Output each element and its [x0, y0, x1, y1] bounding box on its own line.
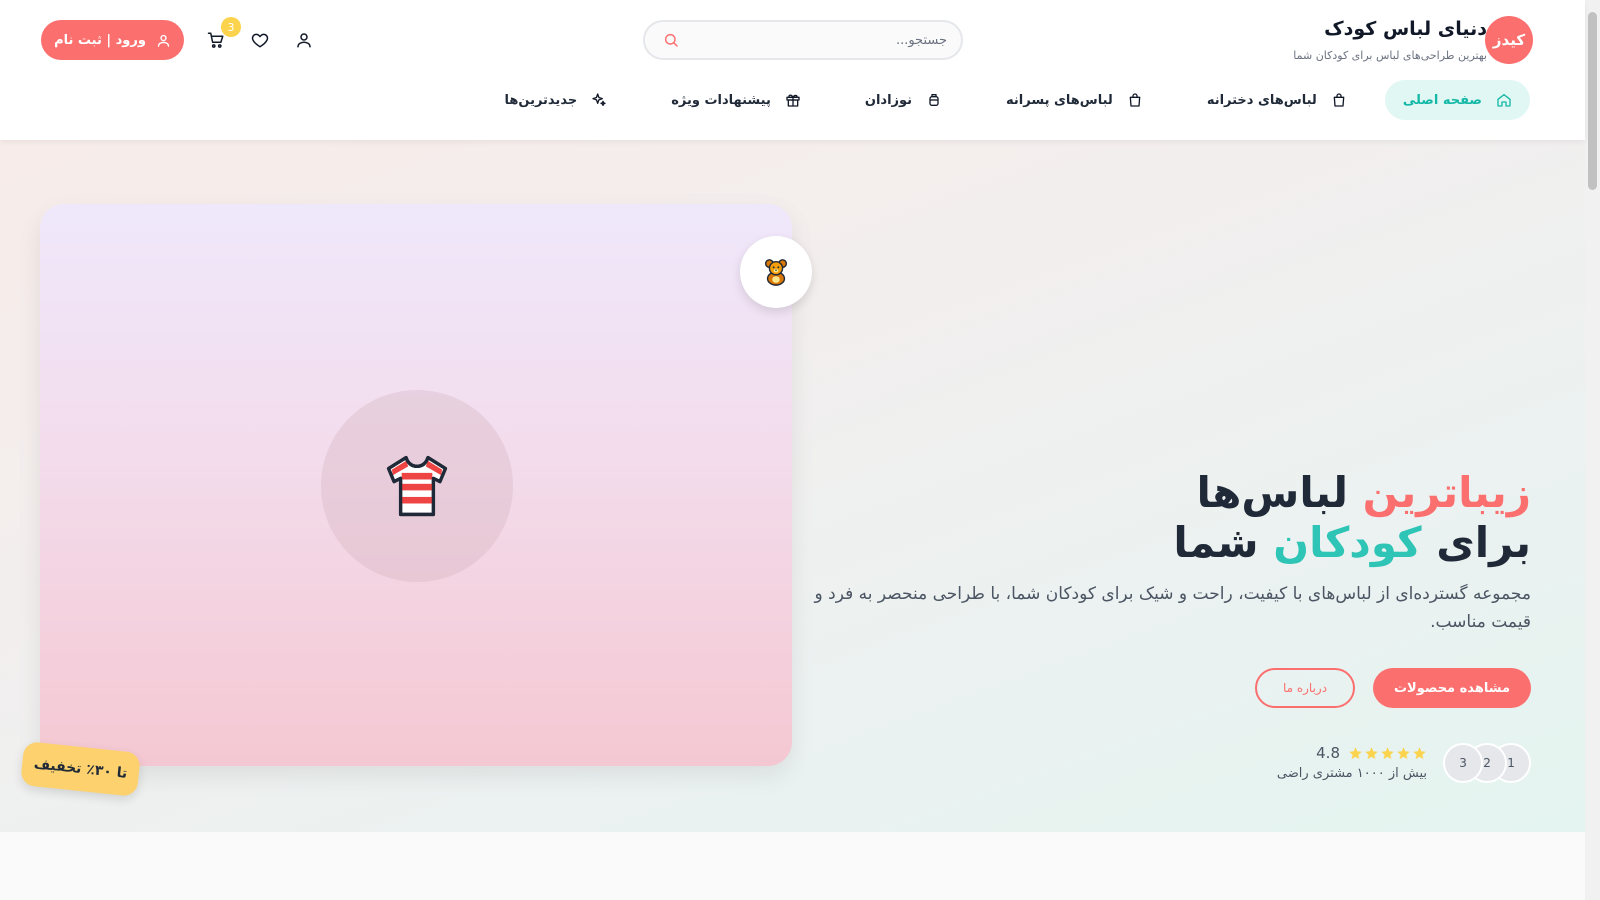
rating-value: 4.8	[1316, 744, 1340, 762]
login-label: ورود | ثبت نام	[54, 32, 146, 48]
headline-word: زیباترین	[1362, 468, 1531, 517]
star-icon	[1381, 746, 1394, 759]
headline-word: برای	[1436, 518, 1531, 567]
logo[interactable]: کیدز	[1485, 16, 1533, 64]
view-products-button[interactable]: مشاهده محصولات	[1373, 668, 1531, 708]
headline-word: لباس‌ها	[1196, 468, 1349, 517]
site-header: کیدز دنیای لباس کودک بهترین طراحی‌های لب…	[0, 0, 1585, 140]
shirt-circle	[321, 390, 513, 582]
teddy-bear-bubble	[740, 236, 812, 308]
teddy-bear-icon	[764, 259, 788, 286]
nav-item-label: لباس‌های دخترانه	[1206, 92, 1317, 108]
nav-item-label: پیشنهادات ویژه	[671, 92, 771, 108]
hero-image-card	[40, 204, 792, 766]
shopping-bag-icon	[1129, 93, 1141, 107]
rating-row: 4.8	[1316, 743, 1427, 763]
search-box	[643, 20, 963, 60]
nav-item-boys[interactable]: لباس‌های پسرانه	[988, 80, 1161, 120]
gift-icon	[786, 94, 800, 107]
cart-icon	[207, 32, 224, 48]
logo-text: کیدز	[1492, 31, 1526, 49]
cart-count-badge: 3	[221, 17, 241, 37]
nav-item-home[interactable]: صفحه اصلی	[1384, 80, 1530, 120]
hero-headline: زیباترین لباس‌ها برای کودکان شما	[1011, 468, 1531, 568]
headline-word: شما	[1173, 518, 1259, 567]
brand-title: دنیای لباس کودک	[1324, 18, 1487, 40]
user-icon	[157, 34, 170, 47]
star-icon	[1349, 746, 1362, 759]
rating-stars	[1348, 746, 1427, 761]
hero-description: مجموعه گسترده‌ای از لباس‌های با کیفیت، ر…	[814, 584, 1531, 632]
page: کیدز دنیای لباس کودک بهترین طراحی‌های لب…	[0, 0, 1600, 900]
wishlist-button[interactable]	[247, 27, 273, 53]
search-icon[interactable]	[663, 32, 679, 48]
nav-item-babies[interactable]: نوزادان	[847, 80, 960, 120]
nav-item-special-offers[interactable]: پیشنهادات ویژه	[653, 80, 819, 120]
cart-button[interactable]: 3	[203, 17, 241, 53]
nav-item-label: صفحه اصلی	[1402, 92, 1482, 108]
about-us-button[interactable]: درباره ما	[1255, 668, 1355, 708]
home-icon	[1497, 94, 1511, 107]
shopping-bag-icon	[1333, 93, 1345, 107]
sparkle-icon	[592, 93, 606, 106]
login-register-button[interactable]: ورود | ثبت نام	[41, 20, 184, 60]
scrollbar-thumb[interactable]	[1588, 12, 1597, 190]
star-icon	[1397, 746, 1410, 759]
brand-tagline: بهترین طراحی‌های لباس برای کودکان شما	[1293, 49, 1487, 62]
user-icon	[297, 33, 311, 48]
nav-item-label: نوزادان	[864, 92, 913, 108]
search-input[interactable]	[697, 22, 947, 58]
customers-text: بیش از ۱۰۰۰ مشتری راضی	[1276, 766, 1427, 781]
heart-icon	[251, 33, 269, 48]
t-shirt-icon	[386, 455, 448, 517]
vertical-scrollbar[interactable]	[1585, 0, 1600, 900]
nav-item-label: جدیدترین‌ها	[504, 92, 578, 108]
baby-bottle-icon	[929, 94, 939, 106]
star-icon	[1413, 746, 1426, 759]
main-nav: صفحه اصلی لباس‌های دخترانه لباس‌های پسرا…	[466, 80, 1530, 120]
customer-avatars: 1 2 3	[1443, 743, 1531, 783]
star-icon	[1365, 746, 1378, 759]
avatar: 3	[1443, 743, 1483, 783]
user-account-button[interactable]	[291, 27, 317, 53]
nav-item-newest[interactable]: جدیدترین‌ها	[486, 80, 625, 120]
nav-item-label: لباس‌های پسرانه	[1006, 92, 1113, 108]
headline-word: کودکان	[1273, 518, 1422, 567]
nav-item-girls[interactable]: لباس‌های دخترانه	[1189, 80, 1365, 120]
